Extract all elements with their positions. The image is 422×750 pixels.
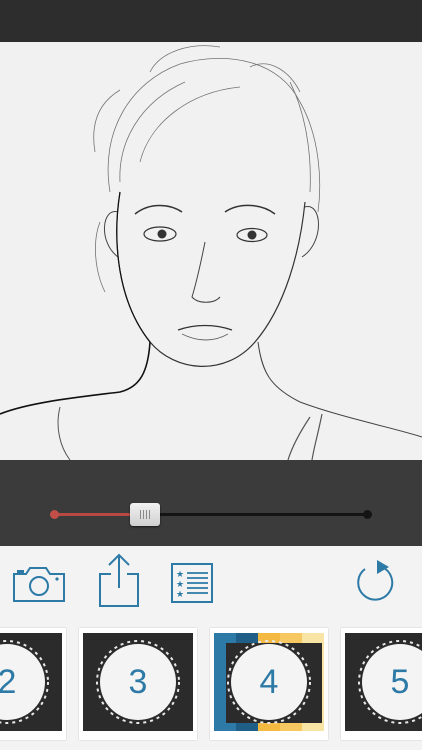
svg-text:★: ★: [176, 580, 184, 590]
filter-thumb-5[interactable]: 5: [341, 628, 422, 740]
filter-number: 4: [259, 663, 279, 701]
slider-thumb[interactable]: [129, 503, 160, 526]
svg-text:★: ★: [176, 590, 184, 600]
filter-thumb-4-selected[interactable]: 4: [210, 628, 328, 740]
refresh-icon[interactable]: [352, 554, 400, 604]
filter-number: 3: [128, 663, 148, 701]
share-icon[interactable]: [96, 552, 142, 608]
filter-number: 2: [0, 663, 17, 701]
slider-remaining-track: [144, 513, 367, 516]
slider-min-dot: [50, 510, 59, 519]
filter-thumb-3[interactable]: 3: [79, 628, 197, 740]
filter-thumb-2[interactable]: 2: [0, 628, 66, 740]
sketch-photo: [0, 42, 422, 460]
filter-strip: 2 3 4 5: [0, 620, 422, 750]
sketch-portrait-image: [0, 42, 422, 460]
toolbar: ★ ★ ★: [0, 546, 422, 620]
intensity-slider[interactable]: [0, 460, 422, 546]
list-icon[interactable]: ★ ★ ★: [170, 562, 214, 604]
camera-icon[interactable]: [12, 562, 66, 604]
top-bar: [0, 0, 422, 42]
svg-text:★: ★: [176, 570, 184, 580]
slider-max-dot: [363, 510, 372, 519]
filter-number: 5: [390, 663, 410, 701]
